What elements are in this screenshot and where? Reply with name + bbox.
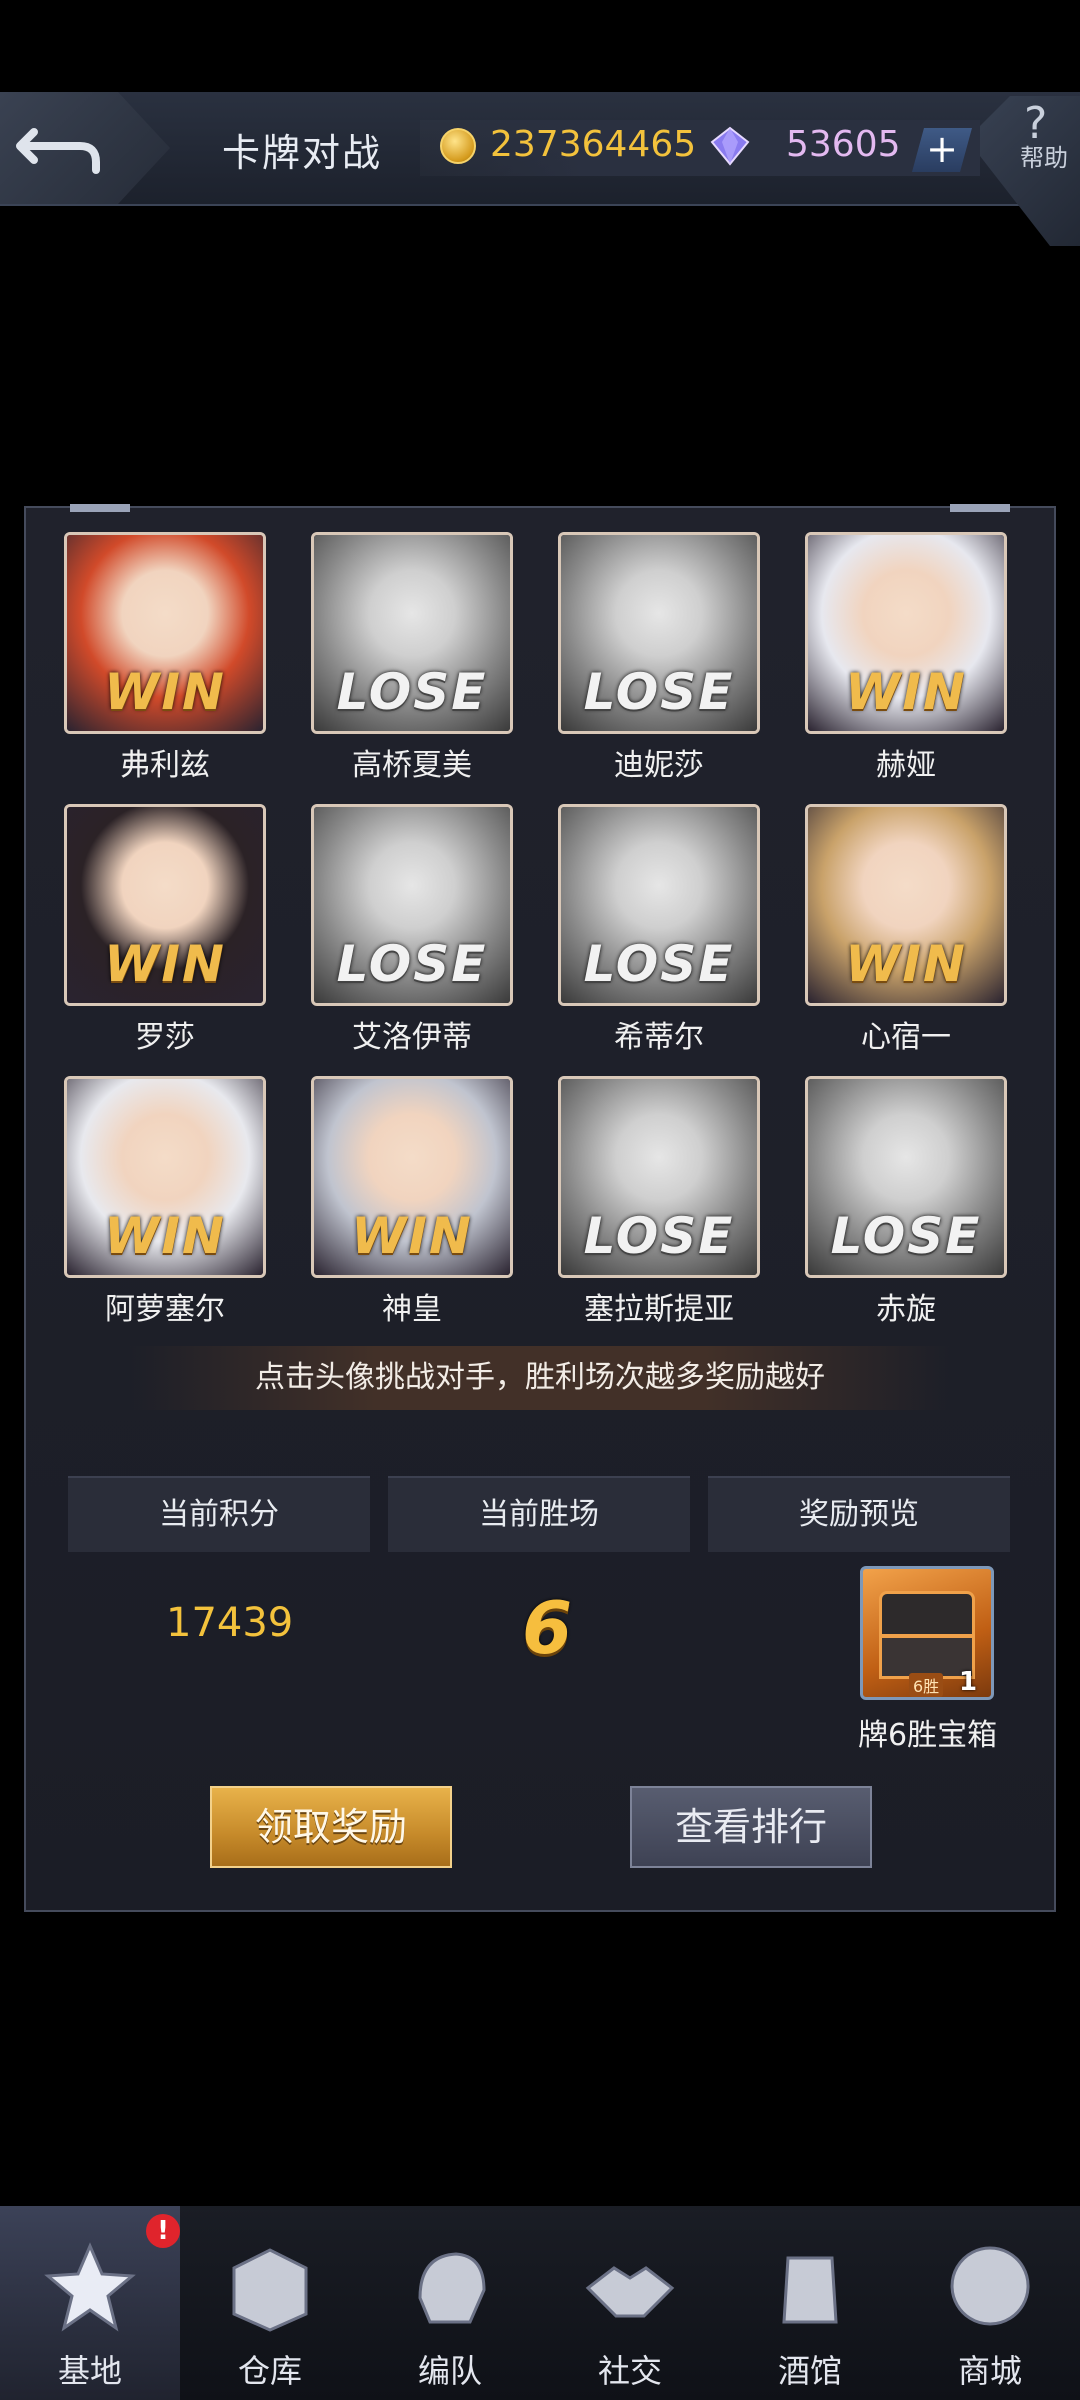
nav-item[interactable]: 仓库: [180, 2206, 360, 2400]
nav-label: 商城: [957, 2352, 1022, 2390]
opponent-name: 弗利兹: [120, 748, 210, 783]
reward-preview-header: 奖励预览: [708, 1476, 1010, 1552]
opponent-card[interactable]: WIN: [64, 804, 266, 1006]
notification-badge: !: [146, 2214, 180, 2248]
opponent-card[interactable]: LOSE: [558, 1076, 760, 1278]
chest-tag: 6胜: [909, 1673, 944, 1697]
opponent-name: 赫娅: [876, 748, 936, 783]
gem-icon: [710, 126, 750, 166]
nav-label: 酒馆: [777, 2352, 842, 2390]
opponent-name: 希蒂尔: [614, 1020, 704, 1055]
opponent-name: 塞拉斯提亚: [584, 1292, 734, 1327]
opponent-card[interactable]: LOSE: [558, 804, 760, 1006]
view-ranking-button[interactable]: 查看排行: [630, 1786, 872, 1868]
lose-label: LOSE: [583, 1207, 735, 1265]
opponent-name: 艾洛伊蒂: [352, 1020, 472, 1055]
lose-label: LOSE: [583, 663, 735, 721]
panel-accent: [70, 504, 130, 512]
shop-robot-icon: [950, 2246, 1030, 2326]
nav-label: 编队: [417, 2352, 482, 2390]
wins-header: 当前胜场: [388, 1476, 690, 1552]
gold-amount: 237364465: [490, 124, 697, 165]
win-label: WIN: [104, 663, 226, 721]
base-emblem-icon: [44, 2242, 136, 2332]
opponent-name: 高桥夏美: [352, 748, 472, 783]
win-label: WIN: [104, 1207, 226, 1265]
lose-label: LOSE: [336, 935, 488, 993]
opponent-card[interactable]: LOSE: [558, 532, 760, 734]
chest-lid: [879, 1591, 975, 1637]
opponent-card[interactable]: LOSE: [311, 532, 513, 734]
win-label: WIN: [845, 663, 967, 721]
nav-item[interactable]: 酒馆: [720, 2206, 900, 2400]
opponent-card[interactable]: WIN: [805, 532, 1007, 734]
chest-name: 牌6胜宝箱: [858, 1718, 998, 1753]
nav-item[interactable]: 商城: [900, 2206, 1080, 2400]
page-title: 卡牌对战: [222, 131, 383, 175]
panel-accent: [950, 504, 1010, 512]
opponent-card[interactable]: WIN: [805, 804, 1007, 1006]
handshake-icon: [585, 2266, 675, 2318]
reward-chest[interactable]: 6胜 1: [860, 1566, 994, 1700]
opponent-name: 赤旋: [876, 1292, 936, 1327]
help-label: 帮助: [1020, 144, 1068, 172]
opponent-card[interactable]: WIN: [311, 1076, 513, 1278]
score-header: 当前积分: [68, 1476, 370, 1552]
warehouse-icon: [232, 2248, 308, 2332]
win-label: WIN: [845, 935, 967, 993]
opponent-name: 神皇: [382, 1292, 442, 1327]
formation-helmet-icon: [418, 2252, 486, 2324]
tavern-mug-icon: [782, 2256, 838, 2324]
lose-label: LOSE: [583, 935, 735, 993]
lose-label: LOSE: [336, 663, 488, 721]
lose-label: LOSE: [830, 1207, 982, 1265]
nav-label: 基地: [57, 2352, 122, 2390]
nav-label: 仓库: [237, 2352, 302, 2390]
claim-reward-button[interactable]: 领取奖励: [210, 1786, 452, 1868]
score-value: 17439: [166, 1600, 294, 1646]
nav-item[interactable]: 编队: [360, 2206, 540, 2400]
opponent-name: 阿萝塞尔: [105, 1292, 225, 1327]
wins-value: 6: [522, 1586, 573, 1670]
opponent-name: 心宿一: [861, 1020, 951, 1055]
opponent-card[interactable]: WIN: [64, 1076, 266, 1278]
win-label: WIN: [104, 935, 226, 993]
opponent-card[interactable]: WIN: [64, 532, 266, 734]
challenge-hint: 点击头像挑战对手，胜利场次越多奖励越好: [130, 1346, 950, 1410]
opponent-name: 罗莎: [135, 1020, 195, 1055]
gem-amount: 53605: [786, 124, 901, 165]
gold-coin-icon: [440, 128, 476, 164]
nav-label: 社交: [597, 2352, 662, 2390]
back-arrow-icon: [16, 128, 100, 174]
opponent-card[interactable]: LOSE: [311, 804, 513, 1006]
chest-count: 1: [959, 1667, 978, 1697]
win-label: WIN: [351, 1207, 473, 1265]
nav-item[interactable]: 社交: [540, 2206, 720, 2400]
opponent-card[interactable]: LOSE: [805, 1076, 1007, 1278]
opponent-name: 迪妮莎: [614, 748, 704, 783]
